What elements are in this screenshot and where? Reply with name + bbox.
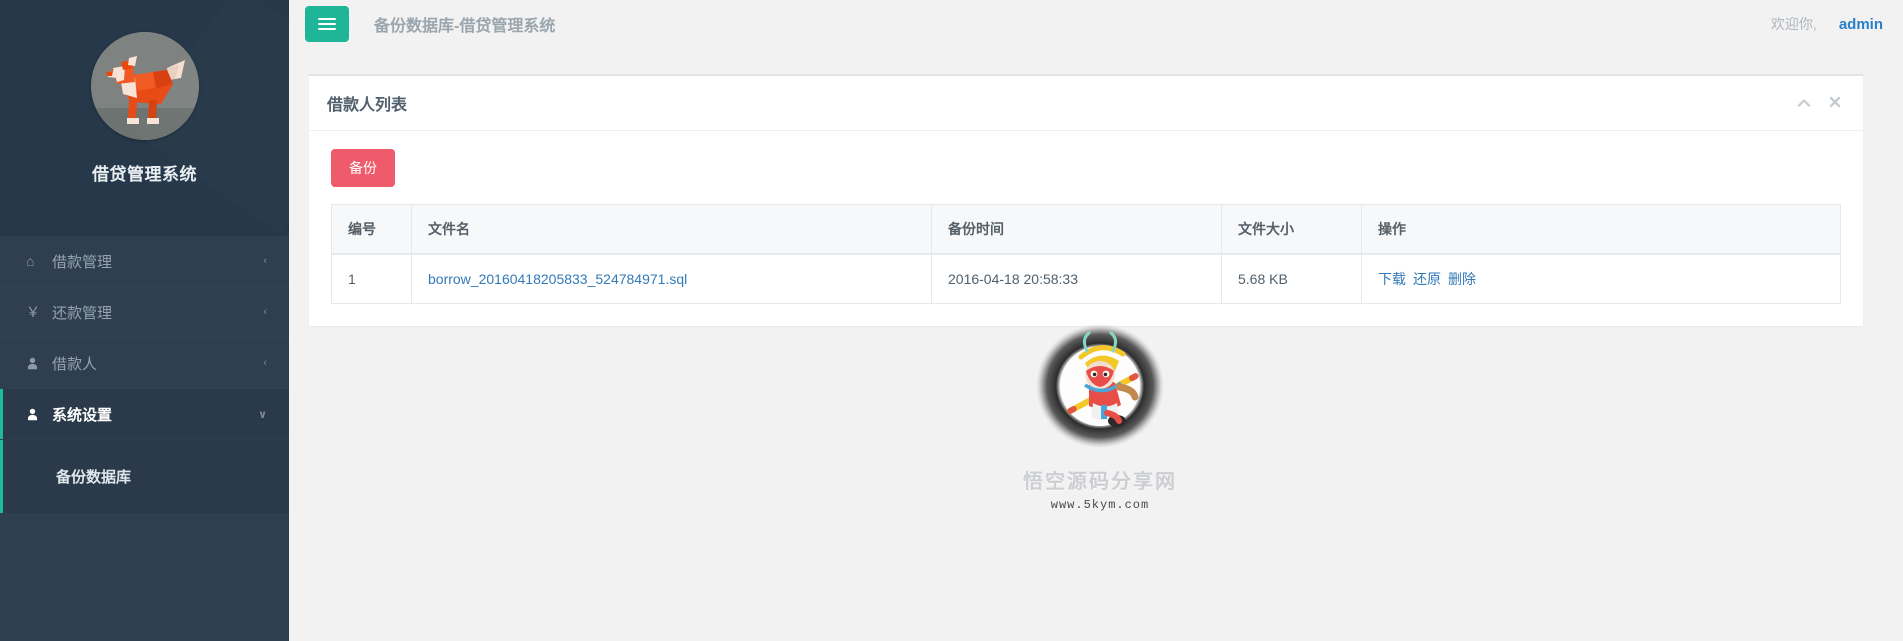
table-header-row: 编号 文件名 备份时间 文件大小 操作 — [331, 204, 1841, 255]
close-icon[interactable] — [1829, 96, 1841, 111]
sidebar-brand: 借贷管理系统 — [0, 0, 289, 236]
backup-files-table: 编号 文件名 备份时间 文件大小 操作 1 borrow_20160418205… — [331, 204, 1841, 304]
table-header-actions: 操作 — [1361, 204, 1841, 255]
monkey-king-logo-icon — [1036, 324, 1164, 448]
panel-title: 借款人列表 — [327, 97, 408, 114]
brand-title: 借贷管理系统 — [92, 165, 197, 184]
table-head: 编号 文件名 备份时间 文件大小 操作 — [331, 204, 1841, 255]
panel-header: 借款人列表 — [309, 76, 1863, 131]
table-header-size: 文件大小 — [1221, 204, 1362, 255]
hamburger-icon-bar — [318, 28, 336, 30]
main-area: 备份数据库-借贷管理系统 欢迎你, admin 借款人列表 备份 编号 文件名 … — [289, 0, 1903, 641]
sidebar-item-borrower[interactable]: 借款人 ‹ — [0, 338, 289, 389]
panel-tools — [1797, 96, 1841, 111]
sidebar-item-system-settings[interactable]: 系统设置 ∨ — [0, 389, 289, 440]
user-icon — [26, 357, 52, 370]
watermark: 悟空源码分享网 www.5kym.com — [1015, 321, 1185, 512]
sidebar-item-borrow-management[interactable]: ⌂ 借款管理 ‹ — [0, 236, 289, 287]
download-link[interactable]: 下载 — [1378, 269, 1406, 289]
chevron-down-icon: ∨ — [258, 408, 267, 421]
table-row: 1 borrow_20160418205833_524784971.sql 20… — [331, 253, 1841, 304]
delete-link[interactable]: 删除 — [1448, 269, 1476, 289]
sidebar-item-repayment-management[interactable]: ￥ 还款管理 ‹ — [0, 287, 289, 338]
app-root: 借贷管理系统 ⌂ 借款管理 ‹ ￥ 还款管理 ‹ 借款人 ‹ 系统设置 ∨ 备份… — [0, 0, 1903, 641]
chevron-up-icon[interactable] — [1797, 96, 1811, 111]
watermark-url: www.5kym.com — [1050, 498, 1150, 512]
sidebar: 借贷管理系统 ⌂ 借款管理 ‹ ￥ 还款管理 ‹ 借款人 ‹ 系统设置 ∨ 备份… — [0, 0, 289, 641]
file-link[interactable]: borrow_20160418205833_524784971.sql — [428, 271, 687, 287]
user-menu[interactable]: admin — [1839, 16, 1883, 33]
yen-icon: ￥ — [26, 304, 40, 320]
welcome-text: 欢迎你, — [1770, 16, 1817, 32]
origami-dog-avatar-icon — [90, 32, 199, 140]
chevron-left-icon: ‹ — [263, 255, 267, 267]
user-icon — [26, 408, 52, 421]
sidebar-item-label: 借款管理 — [52, 253, 113, 271]
row-action-links: 下载 还原 删除 — [1378, 269, 1476, 289]
page-title: 备份数据库-借贷管理系统 — [374, 18, 556, 35]
panel-borrower-list: 借款人列表 备份 编号 文件名 备份时间 文件大小 操作 1 borrow_20… — [309, 74, 1863, 512]
content-area: 借款人列表 备份 编号 文件名 备份时间 文件大小 操作 1 borrow_20… — [289, 48, 1903, 512]
backup-button[interactable]: 备份 — [331, 149, 395, 187]
cell-id: 1 — [331, 253, 412, 304]
table-header-filename: 文件名 — [411, 204, 932, 255]
cell-size: 5.68 KB — [1221, 253, 1362, 304]
sidebar-item-label: 借款人 — [52, 355, 98, 373]
avatar — [90, 32, 199, 140]
chevron-left-icon: ‹ — [263, 306, 267, 318]
sidebar-subitem-backup-database[interactable]: 备份数据库 — [0, 440, 289, 513]
hamburger-icon-bar — [318, 23, 336, 25]
table-header-time: 备份时间 — [931, 204, 1222, 255]
home-icon: ⌂ — [26, 253, 35, 269]
cell-actions: 下载 还原 删除 — [1361, 253, 1841, 304]
restore-link[interactable]: 还原 — [1413, 269, 1441, 289]
sidebar-submenu: 备份数据库 — [0, 440, 289, 513]
sidebar-menu: ⌂ 借款管理 ‹ ￥ 还款管理 ‹ 借款人 ‹ 系统设置 ∨ — [0, 236, 289, 440]
topbar: 备份数据库-借贷管理系统 欢迎你, admin — [289, 0, 1903, 48]
table-header-id: 编号 — [331, 204, 412, 255]
watermark-text: 悟空源码分享网 — [1023, 471, 1177, 493]
menu-toggle-button[interactable] — [305, 6, 349, 42]
hamburger-icon-bar — [318, 18, 336, 20]
topbar-right: 欢迎你, admin — [1771, 14, 1883, 34]
cell-filename: borrow_20160418205833_524784971.sql — [411, 253, 932, 304]
sidebar-item-label: 还款管理 — [52, 304, 113, 322]
table-body: 1 borrow_20160418205833_524784971.sql 20… — [331, 253, 1841, 304]
panel-body: 备份 编号 文件名 备份时间 文件大小 操作 1 borrow_20160418… — [309, 131, 1863, 512]
sidebar-item-label: 系统设置 — [52, 406, 113, 424]
cell-time: 2016-04-18 20:58:33 — [931, 253, 1222, 304]
chevron-left-icon: ‹ — [263, 357, 267, 369]
